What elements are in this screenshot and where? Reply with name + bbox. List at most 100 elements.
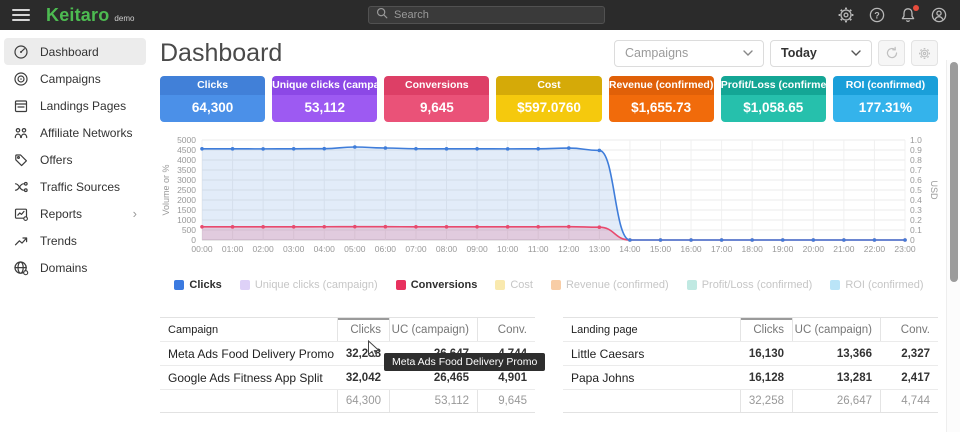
- row-clicks: 32,258: [337, 348, 389, 360]
- totals-clicks: 32,258: [740, 390, 792, 412]
- notification-badge: [913, 5, 919, 11]
- svg-text:12:00: 12:00: [558, 244, 580, 254]
- svg-text:14:00: 14:00: [619, 244, 641, 254]
- column-header[interactable]: UC (campaign): [389, 318, 477, 341]
- sidebar-item-domains[interactable]: Domains: [4, 254, 146, 281]
- sidebar-item-label: Reports: [40, 207, 82, 221]
- scrollbar-thumb[interactable]: [950, 62, 958, 282]
- legend-item-unique-clicks-campaign[interactable]: Unique clicks (campaign): [240, 279, 378, 291]
- refresh-button[interactable]: [878, 40, 905, 66]
- legend-item-cost[interactable]: Cost: [495, 279, 533, 291]
- svg-text:10:00: 10:00: [497, 244, 519, 254]
- sidebar-item-label: Dashboard: [40, 45, 99, 59]
- sidebar-item-dashboard[interactable]: Dashboard: [4, 38, 146, 65]
- stat-card-label: Profit/Loss (confirmed): [721, 76, 826, 95]
- legend-item-revenue-confirmed[interactable]: Revenue (confirmed): [551, 279, 669, 291]
- row-conv: 2,327: [880, 348, 938, 360]
- search-icon: [376, 6, 388, 24]
- row-name[interactable]: Papa Johns: [563, 371, 740, 385]
- search-input[interactable]: [394, 9, 597, 21]
- trends-icon: [13, 233, 29, 249]
- stat-card-clicks: Clicks64,300: [160, 76, 265, 122]
- sidebar-item-reports[interactable]: Reports›: [4, 200, 146, 227]
- account-icon[interactable]: [930, 6, 948, 24]
- svg-text:2500: 2500: [177, 185, 196, 195]
- notifications-icon[interactable]: [899, 6, 917, 24]
- topbar: Keitaro demo ?: [0, 0, 960, 30]
- legend-swatch: [687, 280, 697, 290]
- dashboard-chart[interactable]: 0500100015002000250030003500400045005000…: [160, 136, 938, 263]
- menu-icon[interactable]: [12, 9, 30, 21]
- svg-text:02:00: 02:00: [252, 244, 274, 254]
- legend-swatch: [830, 280, 840, 290]
- column-header[interactable]: UC (campaign): [792, 318, 880, 341]
- svg-text:Volume or %: Volume or %: [161, 164, 171, 215]
- settings-icon[interactable]: [837, 6, 855, 24]
- landing-page-header-row: Landing pageClicksUC (campaign)Conv.: [563, 317, 938, 341]
- svg-text:?: ?: [874, 10, 880, 20]
- stat-cards: Clicks64,300Unique clicks (campaign)53,1…: [160, 76, 938, 122]
- campaigns-icon: [13, 71, 29, 87]
- sidebar-item-label: Offers: [40, 153, 72, 167]
- sidebar-item-label: Campaigns: [40, 72, 101, 86]
- legend-item-clicks[interactable]: Clicks: [174, 279, 221, 291]
- column-header[interactable]: Clicks: [740, 318, 792, 341]
- scrollbar[interactable]: [946, 60, 960, 432]
- dashboard-settings-button[interactable]: [911, 40, 938, 66]
- column-header[interactable]: Campaign: [160, 324, 337, 336]
- affiliate-networks-icon: [13, 125, 29, 141]
- svg-text:4000: 4000: [177, 155, 196, 165]
- legend-item-roi-confirmed[interactable]: ROI (confirmed): [830, 279, 923, 291]
- date-range-select[interactable]: Today: [770, 40, 872, 67]
- help-icon[interactable]: ?: [868, 6, 886, 24]
- column-header[interactable]: Conv.: [477, 318, 535, 341]
- sidebar: Dashboard Campaigns Landings PagesAffiliat…: [0, 30, 150, 432]
- sidebar-item-trends[interactable]: Trends: [4, 227, 146, 254]
- sidebar-item-offers[interactable]: Offers: [4, 146, 146, 173]
- landing-page-row[interactable]: Little Caesars16,13013,3662,327: [563, 341, 938, 365]
- svg-text:0.4: 0.4: [910, 195, 922, 205]
- legend-label: Cost: [510, 279, 533, 291]
- column-header[interactable]: Landing page: [563, 324, 740, 336]
- campaigns-filter-select[interactable]: Campaigns: [614, 40, 764, 67]
- sidebar-item-landings-pages[interactable]: Landings Pages: [4, 92, 146, 119]
- row-name[interactable]: Little Caesars: [563, 347, 740, 361]
- stat-card-roi-confirmed: ROI (confirmed)177.31%: [833, 76, 938, 122]
- svg-text:1.0: 1.0: [910, 136, 922, 145]
- traffic-sources-icon: [13, 179, 29, 195]
- sidebar-item-traffic-sources[interactable]: Traffic Sources: [4, 173, 146, 200]
- landing-page-row[interactable]: Papa Johns16,12813,2812,417: [563, 365, 938, 389]
- totals-conv: 9,645: [477, 390, 535, 412]
- row-name[interactable]: Meta Ads Food Delivery Promo: [160, 347, 337, 361]
- legend-item-profit-loss-confirmed[interactable]: Profit/Loss (confirmed): [687, 279, 813, 291]
- main-content: Dashboard Campaigns Today: [150, 30, 946, 432]
- svg-text:0.5: 0.5: [910, 185, 922, 195]
- stat-card-cost: Cost$597.0760: [496, 76, 601, 122]
- search-bar[interactable]: [368, 6, 605, 24]
- svg-text:16:00: 16:00: [680, 244, 702, 254]
- summary-tables: CampaignClicksUC (campaign)Conv.Meta Ads…: [160, 317, 938, 413]
- row-name[interactable]: Google Ads Fitness App Split: [160, 371, 337, 385]
- brand-logo[interactable]: Keitaro demo: [46, 5, 134, 26]
- column-header[interactable]: Conv.: [880, 318, 938, 341]
- dashboard-icon: [13, 44, 29, 60]
- column-header[interactable]: Clicks: [337, 318, 389, 341]
- sidebar-item-affiliate-networks[interactable]: Affiliate Networks: [4, 119, 146, 146]
- brand-demo-label: demo: [114, 14, 134, 23]
- sidebar-item-label: Trends: [40, 234, 77, 248]
- stat-card-label: Revenue (confirmed): [609, 76, 714, 95]
- svg-text:1000: 1000: [177, 215, 196, 225]
- svg-text:11:00: 11:00: [528, 244, 549, 254]
- row-uc: 13,366: [792, 348, 880, 360]
- svg-text:13:00: 13:00: [589, 244, 611, 254]
- row-clicks: 32,042: [337, 372, 389, 384]
- stat-card-label: Conversions: [384, 76, 489, 95]
- row-clicks: 16,130: [740, 348, 792, 360]
- svg-text:07:00: 07:00: [405, 244, 427, 254]
- sidebar-item-campaigns[interactable]: Campaigns: [4, 65, 146, 92]
- svg-text:04:00: 04:00: [314, 244, 336, 254]
- page-header: Dashboard Campaigns Today: [160, 30, 938, 76]
- stat-card-value: $597.0760: [496, 95, 601, 122]
- legend-item-conversions[interactable]: Conversions: [396, 279, 478, 291]
- svg-text:0.8: 0.8: [910, 155, 922, 165]
